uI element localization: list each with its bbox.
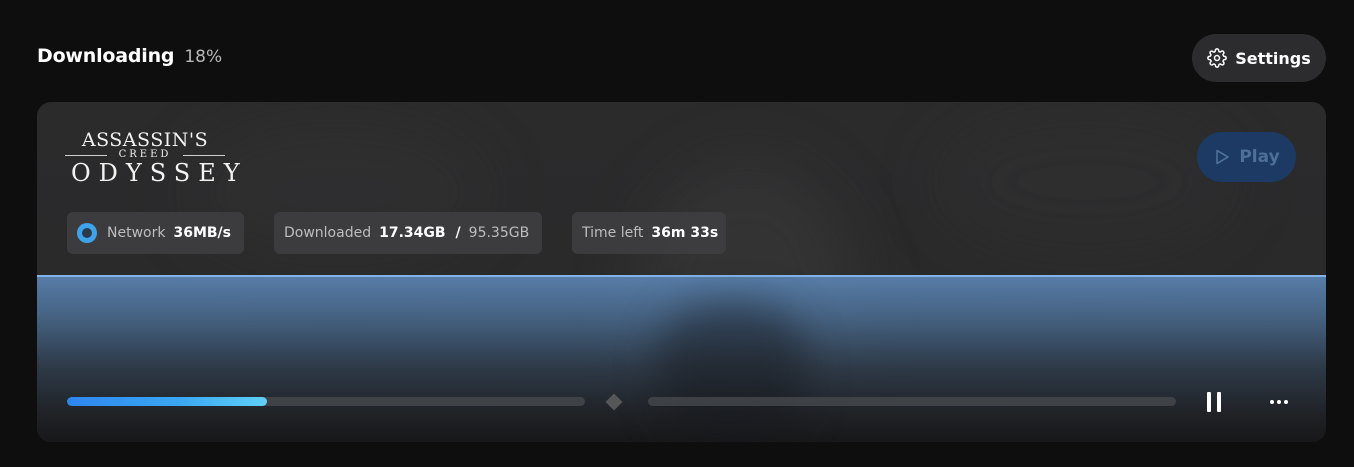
time-left-value: 36m 33s [651, 225, 719, 241]
settings-label: Settings [1235, 48, 1311, 68]
time-left-stat: Time left 36m 33s [572, 212, 726, 254]
play-icon [1213, 148, 1231, 166]
network-icon [77, 223, 97, 243]
page-title: Downloading [37, 45, 175, 67]
download-progress-bar [67, 397, 585, 406]
more-icon-dot [1277, 400, 1281, 404]
downloaded-value: 17.34GB [379, 225, 446, 241]
background-art [657, 302, 807, 442]
logo-line-3: ODYSSEY [71, 159, 248, 187]
network-speed: 36MB/s [173, 225, 231, 241]
logo-line-2: CREED [65, 150, 225, 160]
downloaded-total: 95.35GB [468, 225, 530, 241]
pause-button[interactable] [1205, 390, 1223, 414]
time-left-label: Time left [582, 225, 644, 241]
downloaded-stat: Downloaded 17.34GB / 95.35GB [274, 212, 542, 254]
pause-icon-bar [1217, 392, 1221, 412]
more-options-button[interactable] [1265, 392, 1293, 412]
network-stat: Network 36MB/s [67, 212, 244, 254]
more-icon-dot [1270, 400, 1274, 404]
settings-button[interactable]: Settings [1192, 34, 1326, 82]
play-label: Play [1239, 147, 1280, 167]
gear-icon [1207, 48, 1228, 68]
logo-line-1: ASSASSIN'S [81, 129, 209, 151]
download-progress-fill [67, 397, 267, 406]
downloaded-separator: / [455, 225, 461, 241]
download-percent: 18% [184, 47, 223, 67]
more-icon-dot [1284, 400, 1288, 404]
background-art [937, 112, 1237, 252]
download-panel: Downloading 18% Settings ASSASSIN'S CREE… [0, 0, 1354, 467]
network-label: Network [107, 225, 166, 241]
game-logo: ASSASSIN'S CREED ODYSSEY [65, 129, 248, 187]
pause-icon-bar [1207, 392, 1211, 412]
play-button[interactable]: Play [1197, 132, 1296, 182]
downloaded-label: Downloaded [284, 225, 372, 241]
download-header: Downloading 18% [37, 45, 222, 67]
secondary-progress-bar [648, 397, 1176, 406]
game-download-card: ASSASSIN'S CREED ODYSSEY Play Network 36… [37, 102, 1326, 442]
